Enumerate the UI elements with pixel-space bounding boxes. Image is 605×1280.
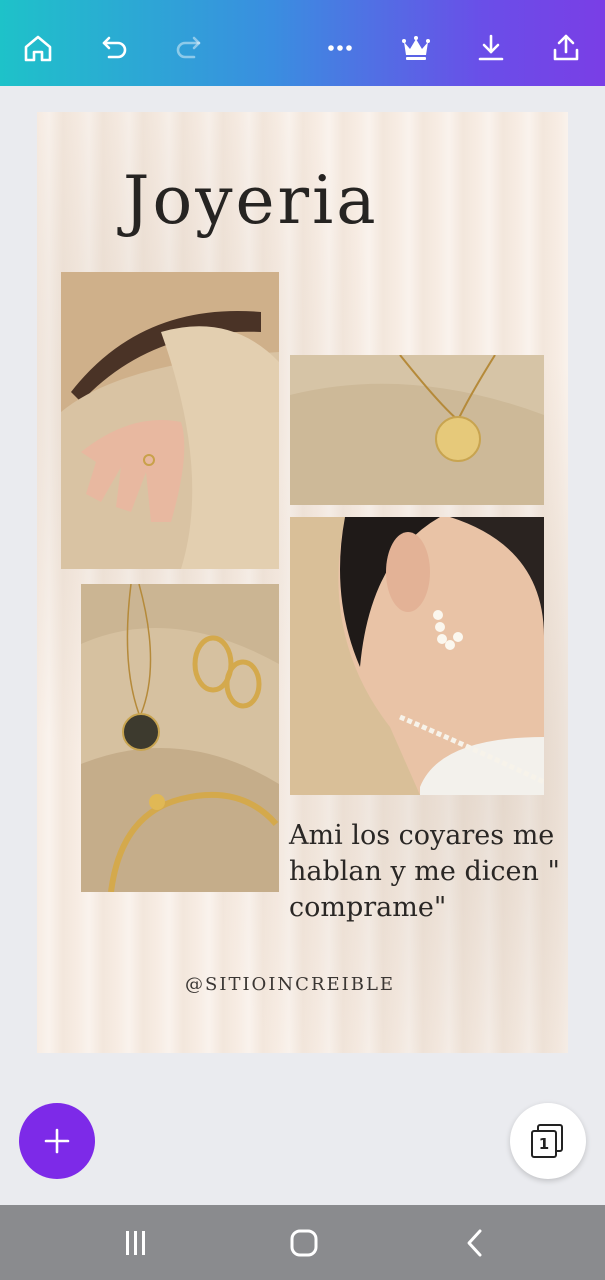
design-canvas[interactable]: Joyeria Ami los coyares me hablan y me d… bbox=[37, 112, 568, 1053]
download-button[interactable] bbox=[471, 28, 511, 68]
quote-text[interactable]: Ami los coyares me hablan y me dicen " c… bbox=[289, 818, 568, 926]
hand-with-ring-photo[interactable] bbox=[61, 272, 279, 569]
more-icon bbox=[328, 45, 352, 51]
redo-button[interactable] bbox=[168, 28, 208, 68]
pages-icon: 1 bbox=[531, 1124, 565, 1158]
undo-button[interactable] bbox=[95, 28, 135, 68]
pearl-earrings-photo[interactable] bbox=[290, 517, 544, 795]
social-handle[interactable]: @SITIOINCREIBLE bbox=[185, 974, 395, 995]
pages-button[interactable]: 1 bbox=[510, 1103, 586, 1179]
share-button[interactable] bbox=[546, 28, 586, 68]
share-icon bbox=[553, 34, 579, 61]
back-nav-button[interactable] bbox=[455, 1225, 495, 1261]
pendant-necklace-photo[interactable] bbox=[290, 355, 544, 505]
jewelry-set-photo[interactable] bbox=[81, 584, 279, 892]
home-nav-button[interactable] bbox=[284, 1225, 324, 1261]
plus-icon bbox=[44, 1128, 70, 1154]
recent-apps-icon bbox=[126, 1231, 145, 1255]
redo-icon bbox=[176, 36, 201, 59]
crown-icon bbox=[402, 36, 430, 60]
add-element-button[interactable] bbox=[19, 1103, 95, 1179]
home-button[interactable] bbox=[18, 28, 58, 68]
editor-toolbar bbox=[0, 0, 605, 86]
design-title[interactable]: Joyeria bbox=[123, 162, 379, 239]
download-icon bbox=[478, 34, 504, 61]
home-icon bbox=[24, 35, 52, 62]
pages-count: 1 bbox=[531, 1130, 557, 1158]
home-circle-icon bbox=[290, 1229, 318, 1257]
more-button[interactable] bbox=[320, 28, 360, 68]
undo-icon bbox=[102, 36, 127, 59]
system-nav-bar bbox=[0, 1205, 605, 1280]
recent-apps-button[interactable] bbox=[115, 1225, 155, 1261]
back-icon bbox=[467, 1229, 482, 1257]
premium-button[interactable] bbox=[396, 28, 436, 68]
